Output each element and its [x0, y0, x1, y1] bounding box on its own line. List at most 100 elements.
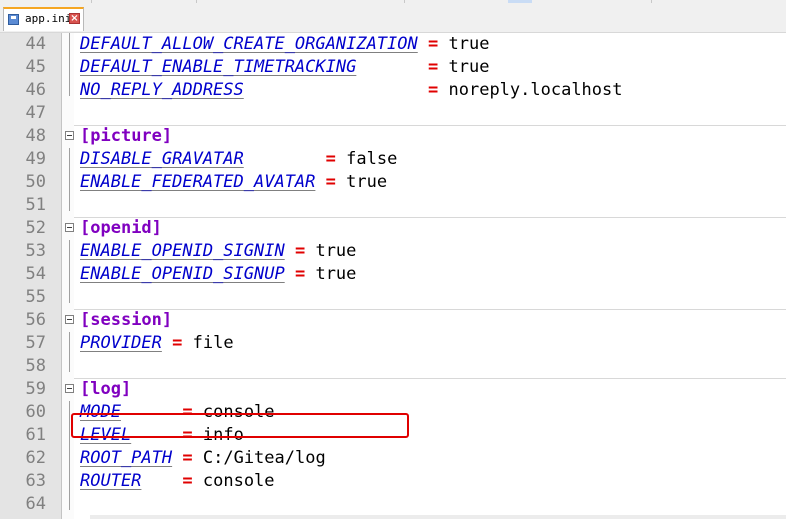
section-bracket: ]: [151, 218, 162, 238]
code-text: NO_REPLY_ADDRESS = noreply.localhost: [80, 79, 623, 102]
line-number: 56: [25, 310, 46, 330]
save-icon: [8, 14, 19, 25]
config-key: ENABLE_OPENID_SIGNUP: [80, 264, 285, 284]
toolbar-edge-highlight: [508, 0, 532, 3]
code-line[interactable]: 51: [0, 194, 786, 217]
fold-guide: [69, 332, 70, 372]
line-number: 48: [25, 126, 46, 146]
config-key: DISABLE_GRAVATAR: [80, 149, 244, 169]
line-number: 53: [25, 241, 46, 261]
section-bracket: ]: [161, 310, 173, 330]
toolbar-edge: [651, 0, 652, 3]
padding: [285, 264, 295, 284]
config-key: ENABLE_FEDERATED_AVATAR: [80, 172, 316, 192]
line-number: 49: [25, 149, 46, 169]
padding: [244, 80, 428, 100]
config-key: DEFAULT_ALLOW_CREATE_ORGANIZATION: [80, 34, 418, 54]
code-line[interactable]: 50 ENABLE_FEDERATED_AVATAR = true: [0, 171, 786, 194]
config-value: true: [448, 57, 490, 77]
code-line[interactable]: 48 [picture]: [0, 125, 786, 148]
line-number: 59: [25, 379, 46, 399]
config-key: ROOT_PATH: [80, 448, 173, 468]
equals-sign: =: [182, 448, 193, 468]
padding: [244, 149, 326, 169]
config-value: true: [315, 264, 357, 284]
line-number: 63: [25, 471, 46, 491]
fold-guide: [69, 240, 70, 303]
equals-sign: =: [172, 333, 183, 353]
code-line[interactable]: 53 ENABLE_OPENID_SIGNIN = true: [0, 240, 786, 263]
padding: [356, 57, 428, 77]
config-value: true: [448, 34, 490, 54]
padding: [285, 241, 295, 261]
toolbar-edge: [91, 0, 92, 3]
equals-sign: =: [294, 241, 306, 261]
padding: [162, 333, 172, 353]
code-text: [log]: [80, 378, 131, 401]
code-line[interactable]: 49 DISABLE_GRAVATAR = false: [0, 148, 786, 171]
code-line[interactable]: 46 NO_REPLY_ADDRESS = noreply.localhost: [0, 79, 786, 102]
code-line[interactable]: 59 [log]: [0, 378, 786, 401]
config-value: true: [346, 172, 388, 192]
code-line[interactable]: 57 PROVIDER = file: [0, 332, 786, 355]
code-text: [picture]: [80, 125, 172, 148]
line-number: 50: [25, 172, 46, 192]
config-value: false: [346, 149, 398, 169]
config-key: DEFAULT_ENABLE_TIMETRACKING: [80, 57, 357, 77]
code-line[interactable]: 58: [0, 355, 786, 378]
line-number: 51: [25, 195, 46, 215]
line-number: 61: [25, 425, 46, 445]
config-key: NO_REPLY_ADDRESS: [80, 80, 244, 100]
tab-app-ini[interactable]: app.ini ×: [3, 7, 84, 31]
equals-sign: =: [428, 34, 439, 54]
equals-sign: =: [325, 172, 336, 192]
line-number: 44: [25, 34, 46, 54]
toolbar-edge: [404, 0, 405, 3]
padding: [418, 34, 428, 54]
padding: [315, 172, 325, 192]
line-number: 60: [25, 402, 46, 422]
fold-guide: [69, 401, 70, 510]
fold-toggle-icon[interactable]: [65, 131, 74, 140]
code-line[interactable]: 54 ENABLE_OPENID_SIGNUP = true: [0, 263, 786, 286]
equals-sign: =: [325, 149, 336, 169]
section-name: openid: [90, 218, 152, 238]
code-line[interactable]: 44 DEFAULT_ALLOW_CREATE_ORGANIZATION = tr…: [0, 33, 786, 56]
config-value: console: [202, 471, 275, 491]
line-number: 47: [25, 103, 46, 123]
code-text: ENABLE_FEDERATED_AVATAR = true: [80, 171, 387, 194]
code-text: ROUTER = console: [80, 470, 275, 493]
padding: [172, 448, 182, 468]
code-line[interactable]: 45 DEFAULT_ENABLE_TIMETRACKING = true: [0, 56, 786, 79]
fold-toggle-icon[interactable]: [65, 384, 74, 393]
section-bracket: ]: [161, 126, 173, 146]
code-line[interactable]: 55: [0, 286, 786, 309]
code-line[interactable]: 62 ROOT_PATH = C:/Gitea/log: [0, 447, 786, 470]
section-bracket: [: [80, 379, 91, 399]
code-line[interactable]: 63 ROUTER = console: [0, 470, 786, 493]
equals-sign: =: [428, 57, 439, 77]
config-value: noreply.localhost: [448, 80, 623, 100]
code-line[interactable]: 56 [session]: [0, 309, 786, 332]
fold-toggle-icon[interactable]: [65, 223, 74, 232]
section-name: log: [90, 379, 121, 399]
fold-toggle-icon[interactable]: [65, 315, 74, 324]
code-text: [session]: [80, 309, 172, 332]
line-number: 57: [25, 333, 46, 353]
config-key: PROVIDER: [80, 333, 162, 353]
line-number: 64: [25, 494, 46, 514]
horizontal-scrollbar[interactable]: [90, 515, 786, 519]
close-icon[interactable]: ×: [69, 13, 80, 24]
section-name: session: [90, 310, 162, 330]
code-text: DEFAULT_ENABLE_TIMETRACKING = true: [80, 56, 489, 79]
config-value: true: [315, 241, 357, 261]
line-number: 45: [25, 57, 46, 77]
code-line[interactable]: 64: [0, 493, 786, 516]
code-editor[interactable]: 44 DEFAULT_ALLOW_CREATE_ORGANIZATION = tr…: [0, 33, 786, 519]
line-number: 55: [25, 287, 46, 307]
highlight-box: [71, 413, 409, 438]
code-line[interactable]: 47: [0, 102, 786, 125]
code-text: DEFAULT_ALLOW_CREATE_ORGANIZATION = true: [80, 33, 489, 56]
line-number: 58: [25, 356, 46, 376]
code-line[interactable]: 52 [openid]: [0, 217, 786, 240]
